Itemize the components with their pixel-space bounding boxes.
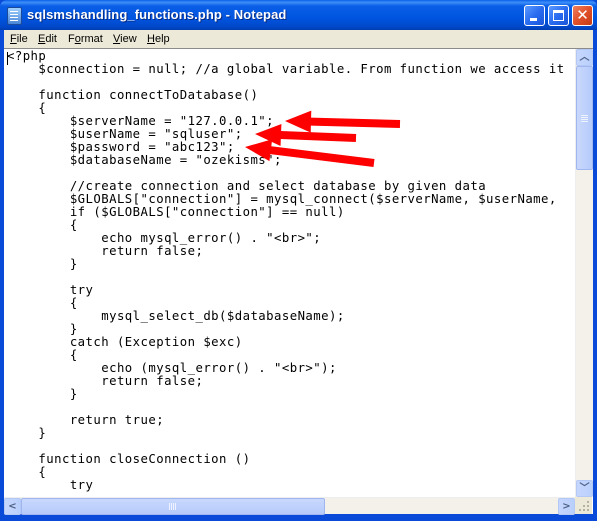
notepad-window: sqlsmshandling_functions.php - Notepad ✕… <box>0 0 597 521</box>
code-line: try <box>7 478 94 492</box>
menu-edit[interactable]: Edit <box>38 33 57 45</box>
code-line: $databaseName = "ozekisms"; <box>7 153 282 167</box>
code-line: } <box>7 426 47 440</box>
text-caret <box>7 52 8 65</box>
close-icon: ✕ <box>576 6 589 24</box>
chevron-up-icon: ︿ <box>579 52 590 63</box>
resize-grip[interactable] <box>575 497 592 514</box>
code-line: if ($GLOBALS["connection"] == null) <box>7 205 345 219</box>
code-line: catch (Exception $exc) <box>7 335 243 349</box>
maximize-icon <box>553 10 564 21</box>
window-title: sqlsmshandling_functions.php - Notepad <box>27 7 287 22</box>
title-bar[interactable]: sqlsmshandling_functions.php - Notepad ✕ <box>0 0 597 30</box>
code-line: } <box>7 387 78 401</box>
chevron-right-icon: > <box>562 501 571 512</box>
minimize-button[interactable] <box>524 5 545 26</box>
menu-help[interactable]: Help <box>147 33 170 45</box>
menu-view[interactable]: View <box>113 33 137 45</box>
code-line: mysql_select_db($databaseName); <box>7 309 345 323</box>
menu-format[interactable]: Format <box>68 33 103 45</box>
code-line: function closeConnection () <box>7 452 251 466</box>
close-button[interactable]: ✕ <box>572 5 593 26</box>
code-text-area[interactable]: <?php $connection = null; //a global var… <box>7 50 575 497</box>
code-line: $connection = null; //a global variable.… <box>7 62 565 76</box>
code-line: try <box>7 283 94 297</box>
scroll-down-button[interactable]: ﹀ <box>576 480 593 497</box>
grip-icon <box>169 503 170 510</box>
code-line: return false; <box>7 374 204 388</box>
menu-file[interactable]: File <box>10 33 28 45</box>
menu-bar: File Edit Format View Help <box>4 30 593 48</box>
notepad-icon[interactable] <box>7 7 22 25</box>
chevron-down-icon: ﹀ <box>579 483 590 494</box>
text-editor[interactable]: <?php $connection = null; //a global var… <box>4 48 593 515</box>
horizontal-scroll-thumb[interactable] <box>21 498 325 515</box>
code-line: return false; <box>7 244 204 258</box>
maximize-button[interactable] <box>548 5 569 26</box>
vertical-scrollbar[interactable]: ︿ ﹀ <box>575 49 593 497</box>
minimize-icon <box>530 18 537 21</box>
scroll-left-button[interactable]: < <box>4 498 21 515</box>
scroll-up-button[interactable]: ︿ <box>576 49 593 66</box>
grip-icon <box>581 115 588 116</box>
horizontal-scrollbar[interactable]: < > <box>4 497 575 515</box>
vertical-scroll-thumb[interactable] <box>576 66 593 170</box>
code-line: function connectToDatabase() <box>7 88 259 102</box>
code-line: return true; <box>7 413 165 427</box>
code-line: } <box>7 257 78 271</box>
chevron-left-icon: < <box>8 501 17 512</box>
scroll-right-button[interactable]: > <box>558 498 575 515</box>
